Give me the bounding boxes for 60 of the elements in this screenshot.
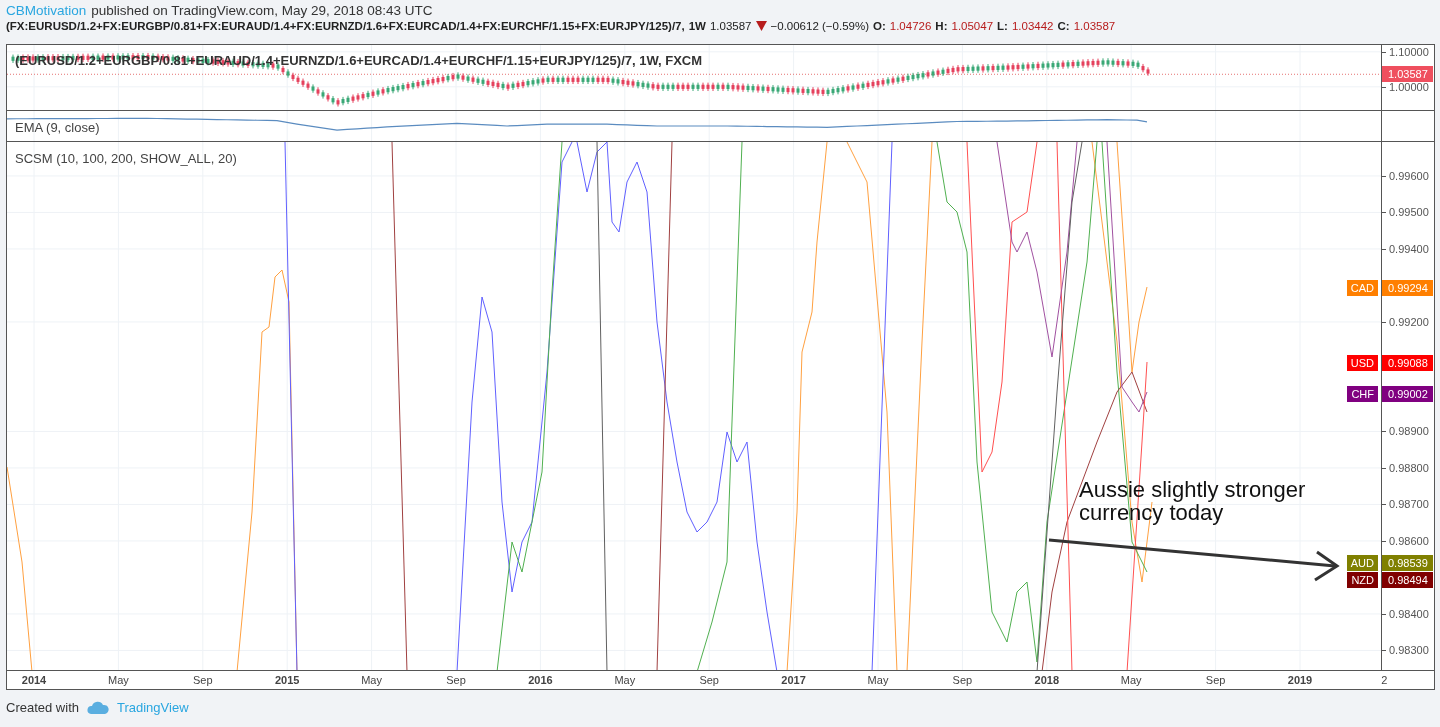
time-tick: 2014 bbox=[21, 674, 47, 686]
ohlc-label: H: bbox=[935, 20, 948, 32]
ema-legend: EMA (9, close) bbox=[15, 120, 100, 135]
time-tick: May bbox=[361, 674, 382, 686]
time-tick: Sep bbox=[446, 674, 466, 686]
symbol-formula: (FX:EURUSD/1.2+FX:EURGBP/0.81+FX:EURAUD/1.4+FX:EURNZD/1.6+FX:EURCAD/1.4+FX:EURCHF/1.15+FX:EURJPY/125)/7, bbox=[6, 20, 685, 32]
currency-tag: CHF bbox=[1347, 386, 1378, 403]
value-badge: 0.98539 bbox=[1382, 555, 1433, 572]
price-tick: 0.98700 bbox=[1389, 498, 1429, 511]
published-text: published on TradingView.com, May 29, 2018 08:43 UTC bbox=[91, 3, 433, 18]
time-tick: May bbox=[614, 674, 636, 686]
time-tick: 2016 bbox=[528, 674, 553, 686]
scsm-legend: SCSM (10, 100, 200, SHOW_ALL, 20) bbox=[15, 151, 237, 166]
time-tick: May bbox=[108, 674, 129, 686]
time-tick: Sep bbox=[1205, 674, 1226, 686]
ohlc-value: 1.04726 bbox=[889, 20, 932, 32]
time-tick: 2017 bbox=[781, 674, 806, 686]
time-tick: May bbox=[867, 674, 889, 686]
currency-tag: NZD bbox=[1347, 571, 1378, 588]
ohlc-value: 1.03587 bbox=[1073, 20, 1116, 32]
currency-tag: USD bbox=[1346, 354, 1378, 371]
currency-tag: AUD bbox=[1346, 555, 1378, 572]
value-badge: 0.99002 bbox=[1382, 386, 1433, 403]
price-tick: 0.98600 bbox=[1389, 534, 1429, 547]
last-price-badge: 1.03587 bbox=[1382, 66, 1433, 83]
price-change: −0.00612 (−0.59%) bbox=[770, 20, 869, 32]
ohlc-value: 1.03442 bbox=[1011, 20, 1054, 32]
time-tick: 2015 bbox=[274, 674, 300, 686]
price-tick: 0.99500 bbox=[1389, 206, 1429, 219]
price-tick: 0.99600 bbox=[1389, 169, 1429, 182]
value-badge: 0.99088 bbox=[1382, 354, 1433, 371]
time-tick: Sep bbox=[193, 674, 213, 686]
last-price: 1.03587 bbox=[709, 20, 752, 32]
value-badge: 0.99294 bbox=[1382, 279, 1433, 296]
time-tick: 2019 bbox=[1287, 674, 1313, 686]
price-tick: 0.98900 bbox=[1389, 425, 1429, 438]
down-triangle-icon bbox=[755, 21, 767, 31]
time-tick: 2018 bbox=[1034, 674, 1060, 686]
price-tick: 0.99200 bbox=[1389, 315, 1429, 328]
time-tick: 2 bbox=[1381, 674, 1388, 686]
price-tick: 0.98300 bbox=[1389, 644, 1429, 657]
value-badge: 0.98494 bbox=[1382, 571, 1433, 588]
price-tick: 0.98800 bbox=[1389, 461, 1429, 474]
tradingview-link[interactable]: TradingView bbox=[117, 700, 189, 715]
price-tick: 0.99400 bbox=[1389, 242, 1429, 255]
time-tick: Sep bbox=[699, 674, 719, 686]
currency-tag: CAD bbox=[1346, 279, 1378, 296]
interval-text: 1W bbox=[688, 20, 706, 32]
price-tick: 1.10000 bbox=[1389, 45, 1429, 58]
cloud-logo-icon bbox=[87, 700, 109, 715]
price-tick: 1.00000 bbox=[1389, 80, 1429, 93]
price-tick: 0.98400 bbox=[1389, 607, 1429, 620]
ohlc-label: L: bbox=[997, 20, 1008, 32]
ohlc-label: O: bbox=[873, 20, 886, 32]
created-with-text: Created with bbox=[6, 700, 79, 715]
ohlc-label: C: bbox=[1057, 20, 1070, 32]
time-tick: Sep bbox=[952, 674, 973, 686]
author-link[interactable]: CBMotivation bbox=[6, 3, 87, 18]
time-tick: May bbox=[1120, 674, 1142, 686]
ohlc-value: 1.05047 bbox=[951, 20, 994, 32]
